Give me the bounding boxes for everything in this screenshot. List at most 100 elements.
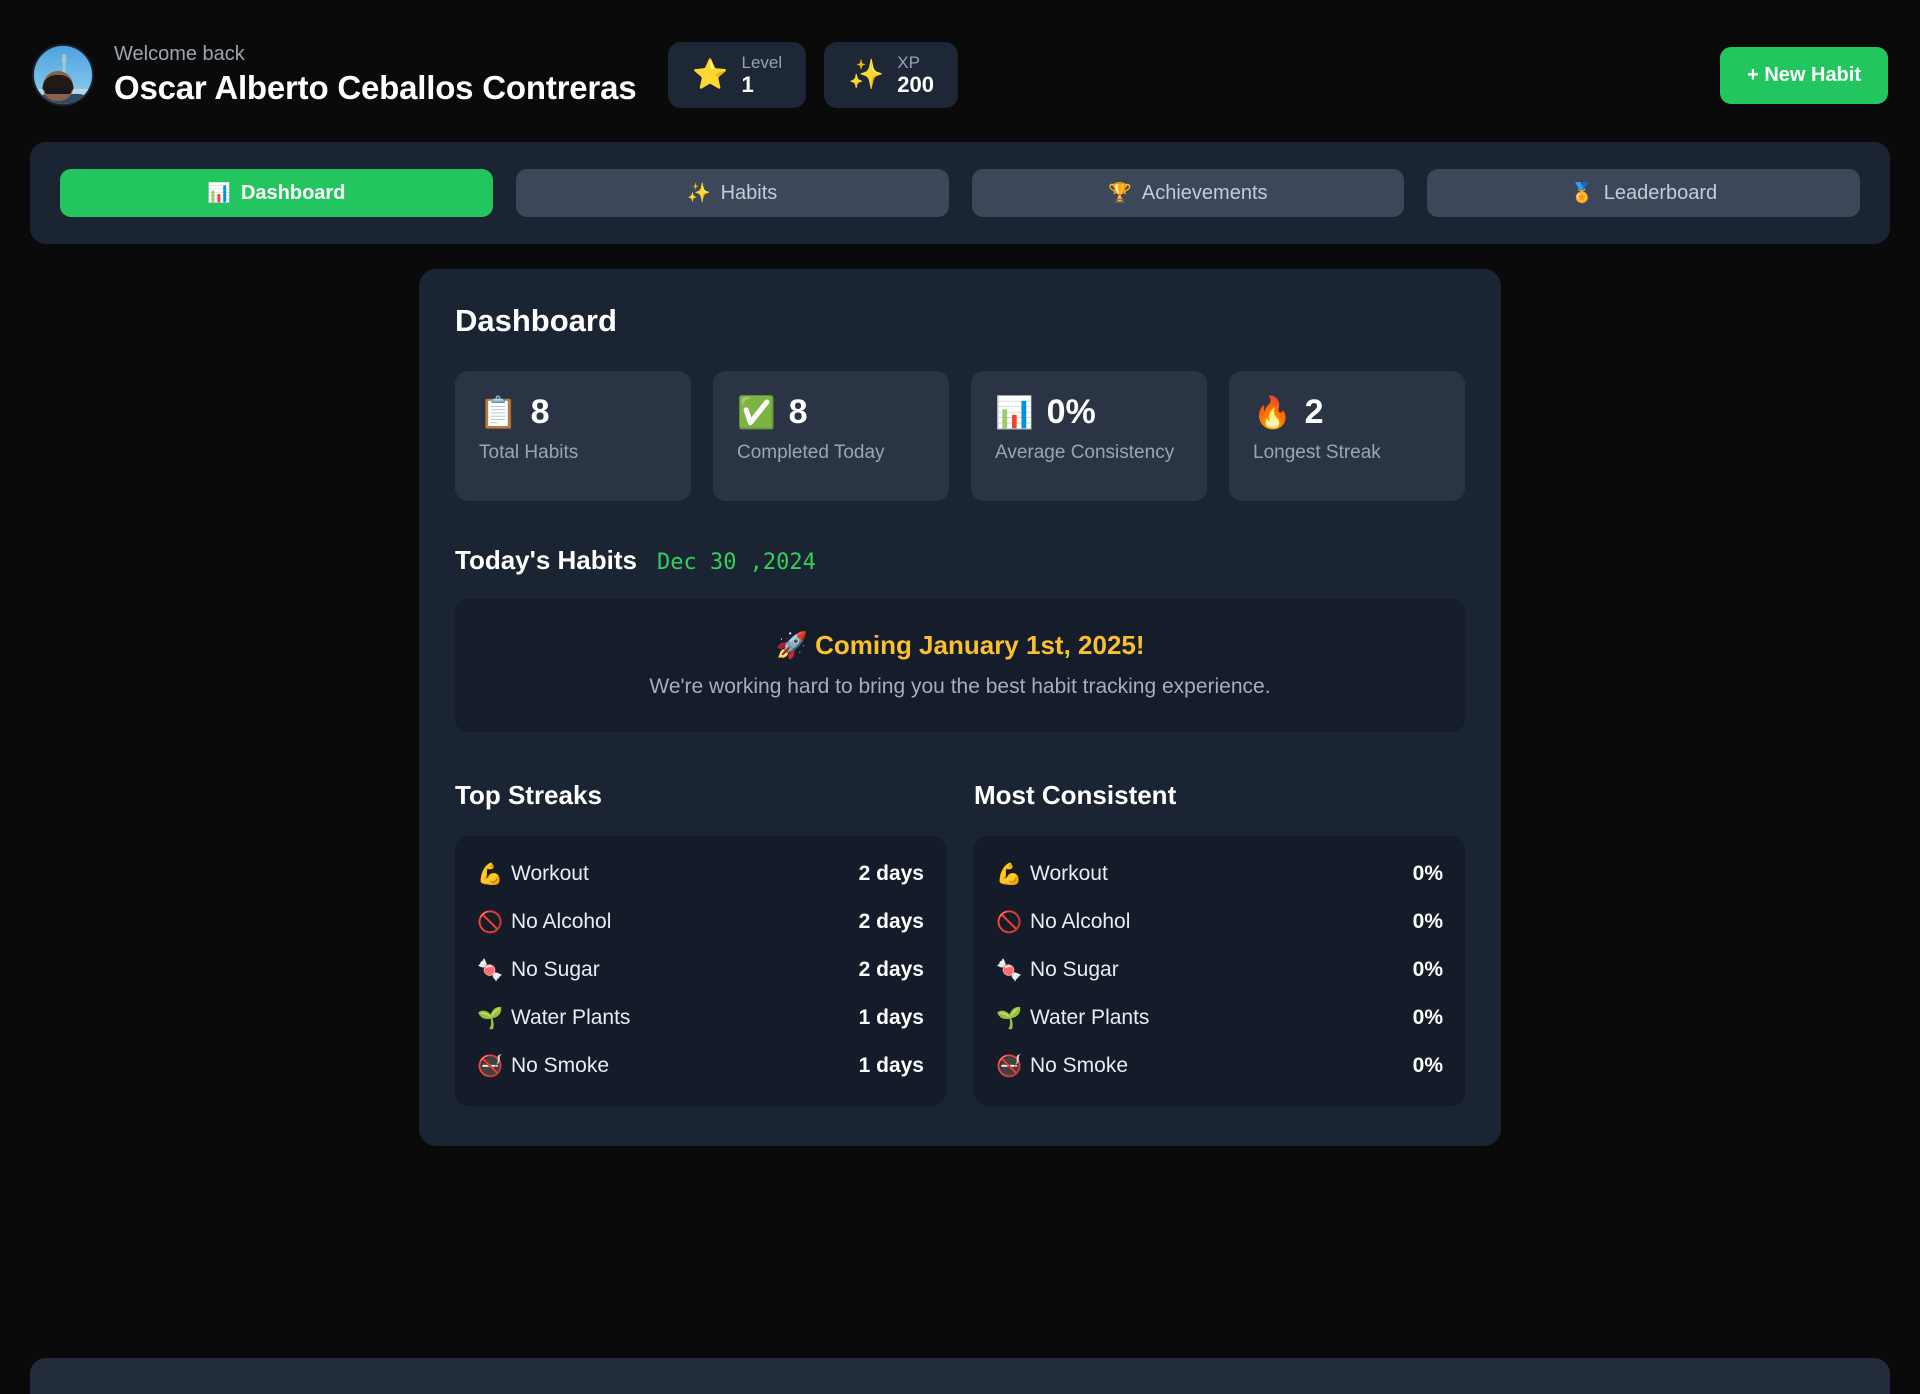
list-item[interactable]: 💪 Workout 0%	[996, 850, 1443, 898]
seedling-icon: 🌱	[477, 1006, 504, 1030]
todays-habits-heading: Today's Habits Dec 30 ,2024	[455, 545, 1465, 576]
total-habits-label: Total Habits	[479, 442, 579, 463]
consistency-value: 0%	[1412, 910, 1443, 933]
top-streaks-list: 💪 Workout 2 days 🚫 No Alcohol 2 days 🍬 N…	[455, 836, 946, 1106]
streak-value: 2 days	[858, 958, 924, 981]
total-habits-value: 8	[530, 393, 550, 431]
app-header: Welcome back Oscar Alberto Ceballos Cont…	[0, 0, 1920, 142]
candy-icon: 🍬	[477, 958, 504, 982]
list-item[interactable]: 🍬 No Sugar 2 days	[477, 946, 924, 994]
page-title: Dashboard	[455, 303, 617, 338]
flexed-biceps-icon: 💪	[477, 862, 504, 886]
tab-leaderboard-label: Leaderboard	[1603, 181, 1718, 204]
stat-card-total-habits: 📋 8 Total Habits	[455, 371, 691, 501]
tab-achievements-label: Achievements	[1141, 181, 1268, 204]
welcome-block: Welcome back Oscar Alberto Ceballos Cont…	[114, 41, 637, 108]
medal-icon: 🏅	[1570, 182, 1594, 204]
clipboard-icon: 📋	[479, 394, 518, 430]
level-value: 1	[741, 72, 754, 98]
bottom-columns: Top Streaks 💪 Workout 2 days 🚫 No Alcoho…	[455, 780, 1465, 1106]
avatar[interactable]	[32, 44, 94, 106]
completed-today-label: Completed Today	[737, 442, 885, 463]
list-item[interactable]: 🚭 No Smoke 1 days	[477, 1042, 924, 1090]
completed-today-value: 8	[788, 393, 808, 431]
candy-icon: 🍬	[996, 958, 1023, 982]
stat-card-longest-streak: 🔥 2 Longest Streak	[1229, 371, 1465, 501]
check-mark-icon: ✅	[737, 394, 776, 430]
banner-title-text: Coming January 1st, 2025!	[815, 630, 1145, 660]
tab-habits-label: Habits	[720, 181, 778, 204]
sparkles-icon: ✨	[686, 182, 711, 204]
list-item[interactable]: 🚫 No Alcohol 2 days	[477, 898, 924, 946]
longest-streak-value: 2	[1304, 393, 1324, 431]
tab-dashboard[interactable]: 📊 Dashboard	[60, 169, 493, 217]
stat-card-average-consistency: 📊 0% Average Consistency	[971, 371, 1207, 501]
level-pill[interactable]: ⭐ Level 1	[668, 42, 807, 108]
tab-achievements[interactable]: 🏆 Achievements	[971, 169, 1405, 217]
welcome-label: Welcome back	[114, 43, 245, 66]
list-item[interactable]: 🍬 No Sugar 0%	[996, 946, 1443, 994]
habit-name: No Smoke	[511, 1054, 610, 1077]
streak-value: 2 days	[858, 910, 924, 933]
consistency-value: 0%	[1412, 1054, 1443, 1077]
trophy-icon: 🏆	[1108, 182, 1132, 204]
list-item[interactable]: 🌱 Water Plants 1 days	[477, 994, 924, 1042]
consistency-value: 0%	[1412, 1006, 1443, 1029]
list-item[interactable]: 🚫 No Alcohol 0%	[996, 898, 1443, 946]
list-item[interactable]: 🌱 Water Plants 0%	[996, 994, 1443, 1042]
list-item[interactable]: 🚭 No Smoke 0%	[996, 1042, 1443, 1090]
tab-dashboard-label: Dashboard	[240, 181, 346, 204]
xp-value: 200	[897, 72, 934, 98]
todays-habits-title: Today's Habits	[455, 545, 637, 575]
streak-value: 2 days	[858, 862, 924, 885]
tab-habits[interactable]: ✨ Habits	[515, 169, 949, 217]
tab-leaderboard[interactable]: 🏅 Leaderboard	[1427, 169, 1860, 217]
list-item[interactable]: 💪 Workout 2 days	[477, 850, 924, 898]
flexed-biceps-icon: 💪	[996, 862, 1023, 886]
new-habit-button[interactable]: + New Habit	[1720, 46, 1888, 104]
top-streaks-title: Top Streaks	[455, 780, 602, 810]
banner-subtitle: We're working hard to bring you the best…	[649, 675, 1271, 698]
xp-pill[interactable]: ✨ XP 200	[824, 42, 958, 108]
prohibited-icon: 🚫	[996, 910, 1023, 934]
habit-name: No Alcohol	[1030, 910, 1131, 933]
habit-name: No Sugar	[511, 958, 600, 981]
avatar-sunglasses	[44, 87, 72, 95]
no-smoking-icon: 🚭	[996, 1054, 1023, 1078]
most-consistent-title: Most Consistent	[974, 780, 1177, 810]
bottom-panel-partial	[30, 1358, 1890, 1394]
prohibited-icon: 🚫	[477, 910, 504, 934]
habit-name: Water Plants	[1030, 1006, 1150, 1029]
consistency-value: 0%	[1412, 958, 1443, 981]
coming-soon-banner: 🚀 Coming January 1st, 2025! We're workin…	[455, 599, 1465, 732]
most-consistent-section: Most Consistent 💪 Workout 0% 🚫 No Alcoho…	[974, 780, 1465, 1106]
bar-chart-icon: 📊	[995, 394, 1034, 430]
user-name: Oscar Alberto Ceballos Contreras	[114, 69, 637, 107]
habit-name: Workout	[1030, 862, 1108, 885]
most-consistent-list: 💪 Workout 0% 🚫 No Alcohol 0% 🍬 No Sugar …	[974, 836, 1465, 1106]
average-consistency-label: Average Consistency	[995, 442, 1175, 463]
fire-icon: 🔥	[1253, 394, 1292, 430]
nav-tabs: 📊 Dashboard ✨ Habits 🏆 Achievements 🏅 Le…	[30, 142, 1890, 244]
sparkles-icon: ✨	[848, 58, 885, 91]
stat-card-completed-today: ✅ 8 Completed Today	[713, 371, 949, 501]
streak-value: 1 days	[858, 1054, 924, 1077]
no-smoking-icon: 🚭	[477, 1054, 504, 1078]
stat-card-grid: 📋 8 Total Habits ✅ 8 Completed Today 📊 0…	[455, 371, 1465, 501]
top-streaks-section: Top Streaks 💪 Workout 2 days 🚫 No Alcoho…	[455, 780, 946, 1106]
dashboard-card: Dashboard 📋 8 Total Habits ✅ 8 Completed…	[419, 269, 1501, 1146]
banner-title: 🚀 Coming January 1st, 2025!	[475, 630, 1445, 661]
longest-streak-label: Longest Streak	[1253, 442, 1381, 463]
average-consistency-value: 0%	[1046, 393, 1096, 431]
habit-name: No Smoke	[1030, 1054, 1129, 1077]
todays-habits-date: Dec 30 ,2024	[656, 550, 816, 575]
habit-name: No Sugar	[1030, 958, 1119, 981]
streak-value: 1 days	[858, 1006, 924, 1029]
bar-chart-icon: 📊	[207, 182, 231, 204]
xp-label: XP	[897, 52, 920, 72]
star-icon: ⭐	[692, 58, 729, 91]
rocket-icon: 🚀	[775, 630, 808, 660]
habit-name: Workout	[511, 862, 589, 885]
habit-name: Water Plants	[511, 1006, 631, 1029]
seedling-icon: 🌱	[996, 1006, 1023, 1030]
